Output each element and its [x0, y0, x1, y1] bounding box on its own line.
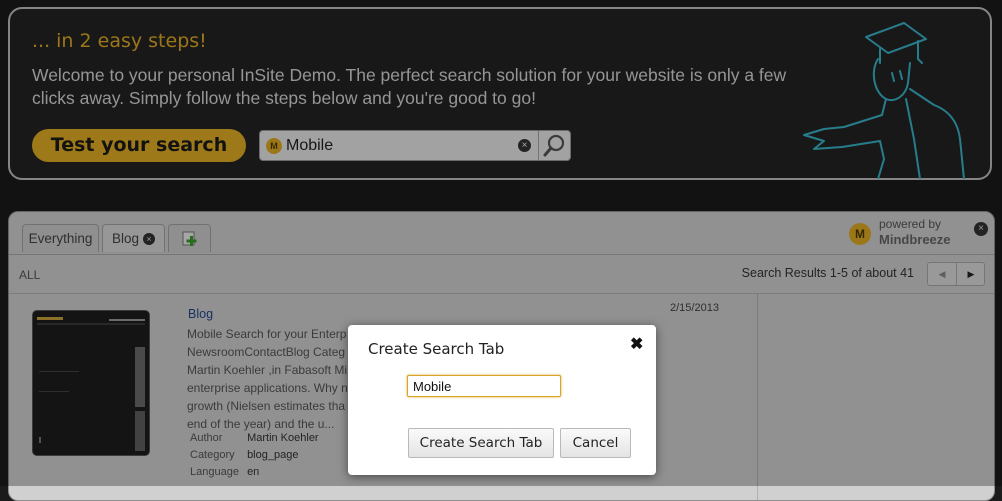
- dialog-title: Create Search Tab: [368, 340, 505, 358]
- close-icon[interactable]: ✖: [630, 337, 644, 353]
- tab-name-input[interactable]: [407, 375, 561, 397]
- create-search-tab-dialog: Create Search Tab ✖ Create Search Tab Ca…: [348, 325, 656, 475]
- create-search-tab-button[interactable]: Create Search Tab: [408, 428, 554, 458]
- cancel-button[interactable]: Cancel: [560, 428, 631, 458]
